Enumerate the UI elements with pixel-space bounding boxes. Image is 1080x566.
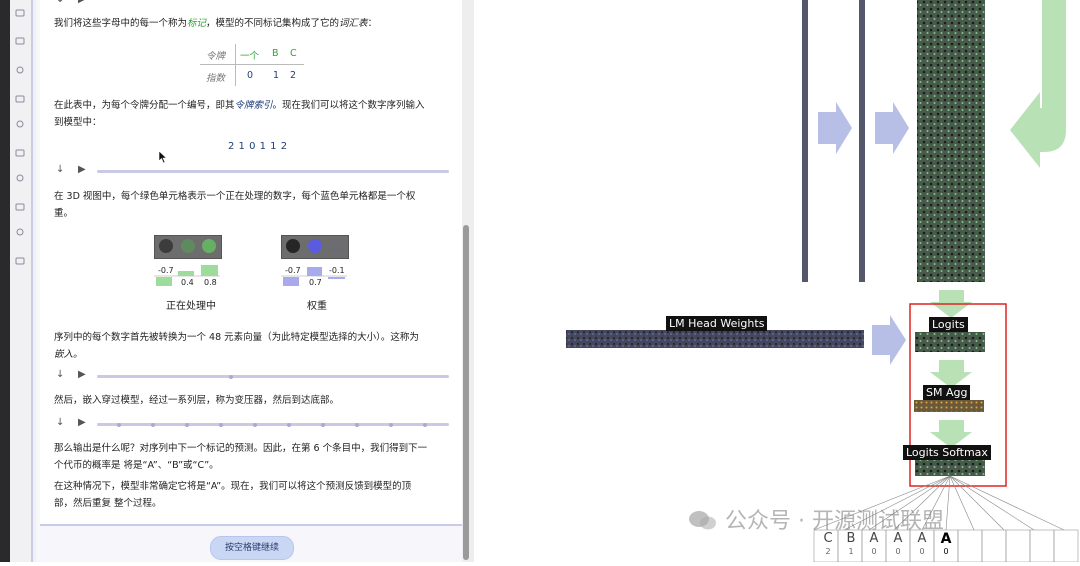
play-icon[interactable]: ▶ xyxy=(78,164,86,175)
token-cell: 一个 xyxy=(240,51,260,62)
progress-slider[interactable] xyxy=(97,422,449,427)
output-index: 0 xyxy=(871,547,877,556)
play-icon[interactable]: ▶ xyxy=(78,417,86,428)
label-logits: Logits xyxy=(929,317,968,332)
weights-label: 权重 xyxy=(307,301,327,312)
model-3d-view[interactable]: LM Head Weights Logits SM Agg Logits Sof… xyxy=(474,0,1080,563)
index-cell: 1 xyxy=(273,70,280,81)
model-visualization xyxy=(566,0,1079,563)
weight-value: -0.1 xyxy=(329,266,345,275)
output-index: 0 xyxy=(919,547,925,556)
play-icon[interactable]: ▶ xyxy=(78,0,86,5)
processing-value: 0.4 xyxy=(181,278,194,287)
label-logits-softmax: Logits Softmax xyxy=(903,445,991,460)
step-down-icon[interactable]: ↓ xyxy=(56,164,64,175)
label-lm-head-weights: LM Head Weights xyxy=(666,316,768,331)
output-index: 2 xyxy=(825,547,831,556)
step-down-icon[interactable]: ↓ xyxy=(56,369,64,380)
token-sequence: 2 1 0 1 1 2 xyxy=(228,141,288,152)
label-sm-agg: SM Agg xyxy=(923,385,971,400)
token-cell: B xyxy=(272,48,279,59)
paragraph-tokens: 我们将这些字母中的每一个称为标记，模型的不同标记集构成了它的词汇表： xyxy=(54,18,378,29)
left-window-edge xyxy=(0,0,10,562)
mouse-cursor-icon xyxy=(158,150,168,164)
table-header-index: 指数 xyxy=(206,73,226,84)
weight-value: 0.7 xyxy=(309,278,322,287)
index-cell: 2 xyxy=(290,70,297,81)
token-cell: C xyxy=(290,48,297,59)
output-index-current: 0 xyxy=(943,547,949,556)
step-down-icon[interactable]: ↓ xyxy=(56,417,64,428)
weight-value: -0.7 xyxy=(285,266,301,275)
processing-value: -0.7 xyxy=(158,266,174,275)
output-index: 0 xyxy=(895,547,901,556)
paragraph-feedback: 在这种情况下，模型非常确定它将是“A”。现在，我们可以将这个预测反馈到模型的顶 … xyxy=(54,481,412,509)
processing-label: 正在处理中 xyxy=(166,301,216,312)
processing-cells xyxy=(154,235,222,259)
gutter-icons xyxy=(15,0,33,562)
paragraph-embedding: 序列中的每个数字首先被转换为一个 48 元素向量（为此特定模型选择的大小）。这称… xyxy=(54,332,419,360)
progress-slider[interactable] xyxy=(97,170,449,173)
table-header-token: 令牌 xyxy=(206,51,226,62)
wechat-icon xyxy=(688,509,718,531)
scrollbar-thumb[interactable] xyxy=(463,225,469,560)
paragraph-token-index: 在此表中，为每个令牌分配一个编号，即其令牌索引。现在我们可以将这个数字序列输入 … xyxy=(54,100,425,128)
continue-button[interactable]: 按空格键继续 xyxy=(210,536,294,560)
left-gutter xyxy=(10,0,37,562)
paragraph-output: 那么输出是什么呢？对序列中下一个标记的预测。因此，在第 6 个条目中，我们得到下… xyxy=(54,443,428,471)
processing-value: 0.8 xyxy=(204,278,217,287)
token-index-table: 令牌 指数 一个 B C 0 1 2 xyxy=(198,44,308,86)
paragraph-layers: 然后，嵌入穿过模型，经过一系列层，称为变压器，然后到达底部。 xyxy=(54,395,340,406)
play-icon[interactable]: ▶ xyxy=(78,369,86,380)
output-index: 1 xyxy=(848,547,854,556)
progress-slider[interactable] xyxy=(97,374,449,379)
watermark: 公众号 · 开源测试联盟 xyxy=(688,503,944,535)
step-down-icon[interactable]: ↓ xyxy=(56,0,64,5)
weight-cells xyxy=(281,235,349,259)
paragraph-3d-view: 在 3D 视图中，每个绿色单元格表示一个正在处理的数字，每个蓝色单元格都是一个权… xyxy=(54,191,416,219)
index-cell: 0 xyxy=(247,70,254,81)
